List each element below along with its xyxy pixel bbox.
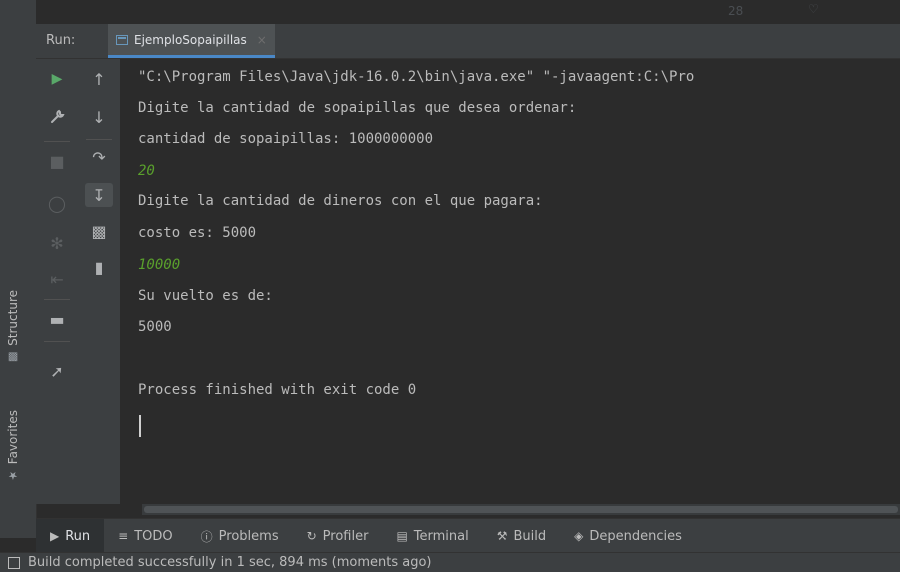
tab-label: Build bbox=[513, 528, 547, 544]
build-icon: ⚒ bbox=[496, 529, 508, 543]
console-icon bbox=[116, 34, 128, 45]
bottom-tool-tabs: ▶ Run ≡ TODO ⓘ Problems ↻ Profiler ▤ Terminal ⚒ Bui… bbox=[36, 518, 900, 553]
run-toolbar-secondary: ↑ ↓ ↷ ↧ ▩ ▮ bbox=[78, 59, 121, 504]
structure-tab[interactable]: ▩ Structure bbox=[6, 290, 20, 364]
tab-label: Run bbox=[65, 528, 91, 544]
run-config-tab[interactable]: EjemploSopaipillas × bbox=[108, 24, 275, 58]
ghost-icon: ♡ bbox=[808, 2, 819, 16]
soft-wrap-icon[interactable]: ↷ bbox=[85, 145, 113, 169]
status-bar: Build completed successfully in 1 sec, 8… bbox=[0, 552, 900, 572]
scrollbar-thumb[interactable] bbox=[144, 506, 898, 513]
favorites-tab[interactable]: ★ Favorites bbox=[6, 410, 20, 482]
tab-dependencies[interactable]: ◈ Dependencies bbox=[560, 519, 696, 553]
terminal-icon: ▤ bbox=[396, 529, 408, 543]
tab-label: Terminal bbox=[413, 528, 469, 544]
run-panel-header: Run: EjemploSopaipillas × bbox=[36, 24, 900, 59]
trash-icon[interactable]: ▮ bbox=[85, 255, 113, 279]
star-icon: ★ bbox=[6, 469, 20, 483]
dependencies-icon: ◈ bbox=[574, 529, 584, 543]
profiler-icon: ↻ bbox=[306, 529, 317, 543]
run-panel-label: Run: bbox=[46, 33, 76, 48]
run-icon: ▶ bbox=[50, 529, 60, 543]
console-user-input: 10000 bbox=[138, 257, 181, 273]
tab-label: Problems bbox=[218, 528, 279, 544]
tab-label: TODO bbox=[134, 528, 173, 544]
tab-terminal[interactable]: ▤ Terminal bbox=[382, 519, 482, 553]
tab-title: EjemploSopaipillas bbox=[134, 32, 247, 47]
rerun-icon[interactable]: ▶ bbox=[43, 67, 71, 91]
stop-icon[interactable]: ■ bbox=[43, 149, 71, 173]
text-caret bbox=[139, 415, 141, 437]
problems-icon: ⓘ bbox=[200, 529, 213, 544]
horizontal-scrollbar[interactable] bbox=[142, 504, 900, 515]
close-icon[interactable]: × bbox=[257, 33, 267, 47]
ghost-text: 28 bbox=[728, 4, 744, 18]
arrow-up-icon[interactable]: ↑ bbox=[85, 67, 113, 91]
top-strip: 28 ♡ bbox=[0, 0, 900, 24]
console-line: costo es: 5000 bbox=[138, 225, 257, 241]
console-line: Process finished with exit code 0 bbox=[138, 382, 417, 398]
tab-problems[interactable]: ⓘ Problems bbox=[187, 519, 293, 553]
tab-todo[interactable]: ≡ TODO bbox=[104, 519, 186, 553]
console-user-input: 20 bbox=[138, 163, 155, 179]
tab-build[interactable]: ⚒ Build bbox=[483, 519, 560, 553]
toggle-tool-windows-icon[interactable] bbox=[8, 556, 20, 569]
pin-icon[interactable]: ➚ bbox=[43, 359, 71, 383]
console-line: Digite la cantidad de sopaipillas que de… bbox=[138, 100, 577, 116]
console-line: "C:\Program Files\Java\jdk-16.0.2\bin\ja… bbox=[138, 69, 695, 85]
run-toolbar-primary: ▶ ■ ◯ ✻ ⇤ ▬ ➚ bbox=[36, 59, 79, 504]
layout-icon[interactable]: ▬ bbox=[43, 307, 71, 331]
tab-profiler[interactable]: ↻ Profiler bbox=[293, 519, 383, 553]
structure-icon: ▩ bbox=[6, 350, 20, 364]
console-line: Su vuelto es de: bbox=[138, 288, 273, 304]
exit-icon[interactable]: ⇤ bbox=[43, 267, 71, 291]
arrow-down-icon[interactable]: ↓ bbox=[85, 105, 113, 129]
console-line: cantidad de sopaipillas: 1000000000 bbox=[138, 131, 434, 147]
print-icon[interactable]: ▩ bbox=[85, 219, 113, 243]
left-tool-stripe: ▩ Structure ★ Favorites bbox=[0, 24, 37, 538]
tab-run[interactable]: ▶ Run bbox=[36, 519, 105, 553]
todo-icon: ≡ bbox=[118, 529, 129, 543]
status-text: Build completed successfully in 1 sec, 8… bbox=[28, 555, 432, 570]
wrench-icon[interactable] bbox=[43, 105, 71, 129]
tab-label: Profiler bbox=[322, 528, 369, 544]
scroll-to-end-icon[interactable]: ↧ bbox=[85, 183, 113, 207]
console-output[interactable]: "C:\Program Files\Java\jdk-16.0.2\bin\ja… bbox=[121, 59, 900, 502]
bug-icon[interactable]: ✻ bbox=[43, 231, 71, 255]
structure-label: Structure bbox=[6, 290, 20, 346]
tab-label: Dependencies bbox=[589, 528, 682, 544]
favorites-label: Favorites bbox=[6, 410, 20, 465]
top-gutter bbox=[0, 0, 36, 24]
camera-icon[interactable]: ◯ bbox=[43, 191, 71, 215]
console-line: 5000 bbox=[138, 319, 172, 335]
console-line: Digite la cantidad de dineros con el que… bbox=[138, 193, 543, 209]
